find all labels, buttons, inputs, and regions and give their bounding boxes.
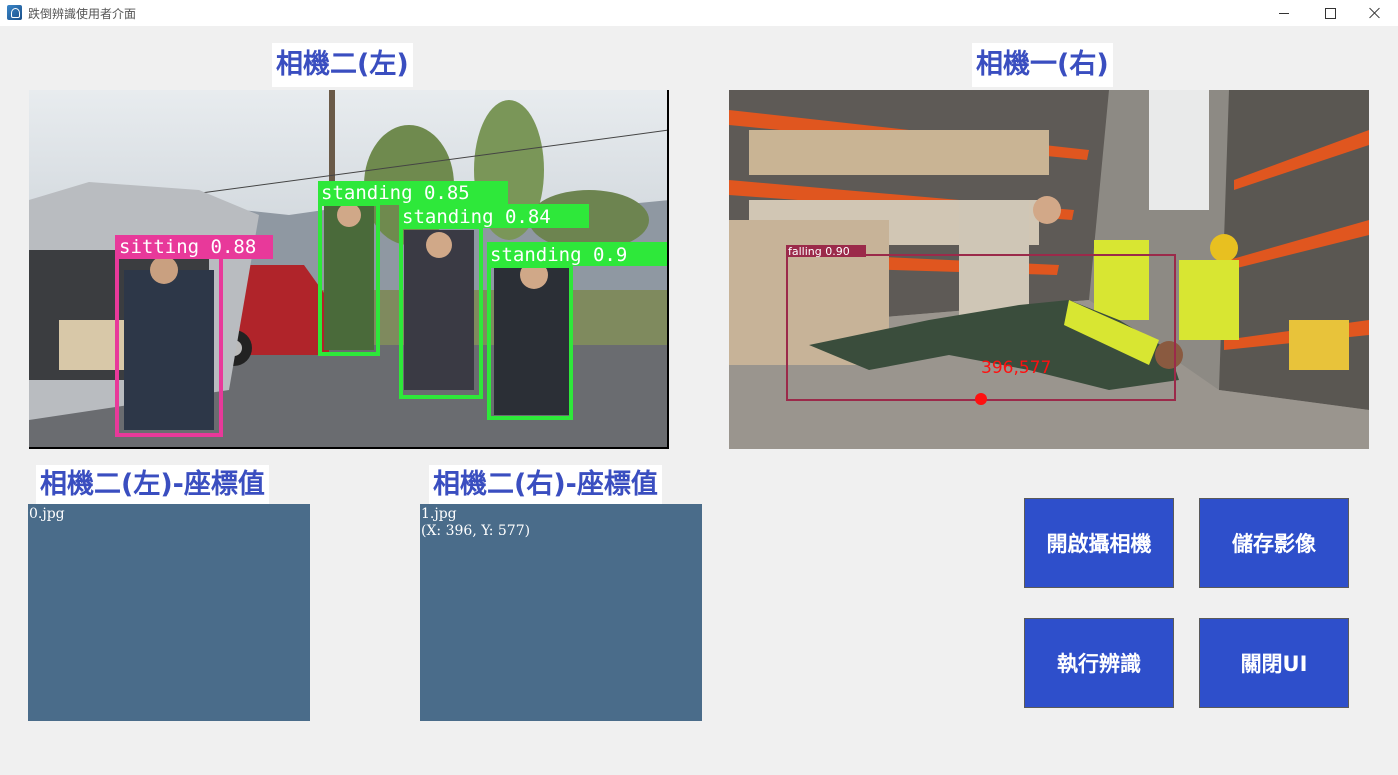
save-image-button[interactable]: 儲存影像 bbox=[1199, 498, 1349, 588]
maximize-button[interactable] bbox=[1307, 0, 1353, 26]
fall-point-label: 396,577 bbox=[981, 358, 1051, 378]
run-detection-button[interactable]: 執行辨識 bbox=[1024, 618, 1174, 708]
coord-right-line-1: 1.jpg bbox=[421, 506, 457, 522]
coord-right-line-2: (X: 396, Y: 577) bbox=[421, 523, 531, 539]
coord-right-panel: 1.jpg (X: 396, Y: 577) bbox=[420, 504, 702, 721]
camera-left-image: sitting 0.88 standing 0.85 standing 0.84… bbox=[29, 90, 667, 447]
camera-right-view: falling 0.90 396,577 bbox=[729, 90, 1369, 449]
detection-label-sitting: sitting 0.88 bbox=[119, 236, 256, 258]
coord-left-title: 相機二(左)-座標值 bbox=[36, 465, 269, 505]
minimize-icon bbox=[1279, 12, 1289, 14]
camera-left-view: sitting 0.88 standing 0.85 standing 0.84… bbox=[29, 90, 669, 449]
detection-label-standing-2: standing 0.84 bbox=[402, 206, 551, 228]
camera-right-image: falling 0.90 396,577 bbox=[729, 90, 1369, 449]
title-bar: 跌倒辨識使用者介面 bbox=[0, 0, 1398, 26]
coord-right-title: 相機二(右)-座標值 bbox=[429, 465, 662, 505]
detection-label-falling: falling 0.90 bbox=[788, 245, 850, 258]
camera-left-title: 相機二(左) bbox=[272, 43, 413, 87]
window-title: 跌倒辨識使用者介面 bbox=[28, 7, 137, 21]
coord-left-panel: 0.jpg bbox=[28, 504, 310, 721]
detection-label-standing-1: standing 0.85 bbox=[321, 182, 470, 204]
close-ui-button[interactable]: 關閉UI bbox=[1199, 618, 1349, 708]
fall-point-marker bbox=[975, 393, 987, 405]
camera-right-title: 相機一(右) bbox=[972, 43, 1113, 87]
close-button[interactable] bbox=[1352, 0, 1398, 26]
app-icon bbox=[7, 5, 22, 20]
close-icon bbox=[1369, 7, 1381, 19]
maximize-icon bbox=[1324, 7, 1336, 19]
coord-left-line-1: 0.jpg bbox=[29, 506, 65, 522]
minimize-button[interactable] bbox=[1261, 0, 1307, 26]
detection-label-standing-3: standing 0.9 bbox=[490, 244, 627, 266]
open-camera-button[interactable]: 開啟攝相機 bbox=[1024, 498, 1174, 588]
